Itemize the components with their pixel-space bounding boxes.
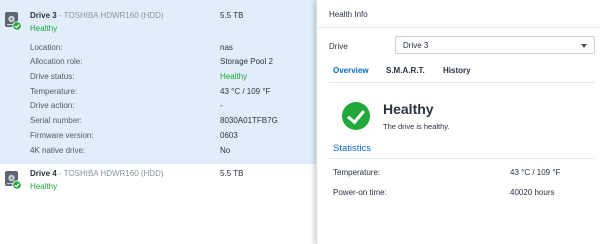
statistics-heading: Statistics [333, 143, 372, 154]
detail-row-allocation-role: Allocation role: Storage Pool 2 [30, 57, 310, 69]
drive-status: Healthy [30, 24, 58, 33]
detail-label: Drive status: [30, 72, 75, 81]
drive-status: Healthy [30, 182, 58, 191]
detail-label: Serial number: [30, 116, 83, 125]
detail-value: 8030A01TFB7G [220, 116, 278, 125]
health-info-panel: Health Info Drive Drive 3 Overview S.M.A… [316, 0, 600, 244]
drive-select-label: Drive [329, 42, 348, 51]
detail-label: 4K native drive: [30, 146, 86, 155]
detail-row-serial-number: Serial number: 8030A01TFB7G [30, 116, 310, 128]
stat-label: Temperature: [333, 168, 381, 177]
detail-value: 0603 [220, 131, 238, 140]
panel-divider [317, 27, 600, 28]
detail-row-drive-status: Drive status: Healthy [30, 72, 310, 84]
check-circle-icon [342, 102, 370, 130]
panel-title: Health Info [329, 10, 368, 19]
detail-label: Allocation role: [30, 57, 83, 66]
detail-value: 43 °C / 109 °F [220, 87, 271, 96]
detail-row-location: Location: nas [30, 43, 310, 55]
tabs-divider [329, 82, 595, 83]
statistics-divider [329, 158, 595, 159]
hdd-healthy-icon [5, 12, 22, 31]
drive-size: 5.5 TB [220, 169, 244, 178]
drive-select-value: Drive 3 [403, 41, 429, 50]
detail-row-4k-native: 4K native drive: No [30, 146, 310, 158]
detail-value: nas [220, 43, 233, 52]
drive-select[interactable]: Drive 3 [395, 36, 595, 54]
stat-label: Power-on time: [333, 188, 387, 197]
detail-label: Firmware version: [30, 131, 94, 140]
drive-name-separator: - [56, 169, 64, 178]
detail-label: Drive action: [30, 101, 75, 110]
detail-label: Location: [30, 43, 63, 52]
detail-value: Healthy [220, 72, 248, 81]
drive-name-separator: - [56, 11, 64, 20]
drive-name: Drive 3 - TOSHIBA HDWR160 (HDD) [30, 11, 164, 20]
tab-overview[interactable]: Overview [333, 66, 369, 75]
drive-number: Drive 3 [30, 11, 57, 20]
hdd-healthy-icon [5, 171, 22, 190]
drive-model: TOSHIBA HDWR160 (HDD) [63, 169, 164, 178]
detail-row-drive-action: Drive action: - [30, 101, 310, 113]
stat-value: 40020 hours [510, 188, 555, 197]
chevron-down-icon [581, 44, 587, 48]
drive-card-drive-3[interactable]: Drive 3 - TOSHIBA HDWR160 (HDD) Healthy … [0, 0, 316, 164]
detail-label: Temperature: [30, 87, 78, 96]
drive-card-drive-4[interactable]: Drive 4 - TOSHIBA HDWR160 (HDD) Healthy … [0, 164, 316, 244]
tab-bar: Overview S.M.A.R.T. History [317, 66, 600, 80]
detail-value: - [220, 101, 223, 110]
health-status-title: Healthy [383, 101, 434, 117]
drive-list: Drive 3 - TOSHIBA HDWR160 (HDD) Healthy … [0, 0, 316, 244]
drive-name: Drive 4 - TOSHIBA HDWR160 (HDD) [30, 169, 164, 178]
tab-smart[interactable]: S.M.A.R.T. [386, 66, 425, 75]
stat-value: 43 °C / 109 °F [510, 168, 561, 177]
detail-row-temperature: Temperature: 43 °C / 109 °F [30, 87, 310, 99]
drive-number: Drive 4 [30, 169, 57, 178]
tab-history[interactable]: History [443, 66, 471, 75]
detail-value: No [220, 146, 231, 155]
detail-row-firmware-version: Firmware version: 0603 [30, 131, 310, 143]
detail-value: Storage Pool 2 [220, 57, 273, 66]
drive-model: TOSHIBA HDWR160 (HDD) [63, 11, 164, 20]
drive-size: 5.5 TB [220, 11, 244, 20]
health-status-description: The drive is healthy. [383, 122, 450, 131]
